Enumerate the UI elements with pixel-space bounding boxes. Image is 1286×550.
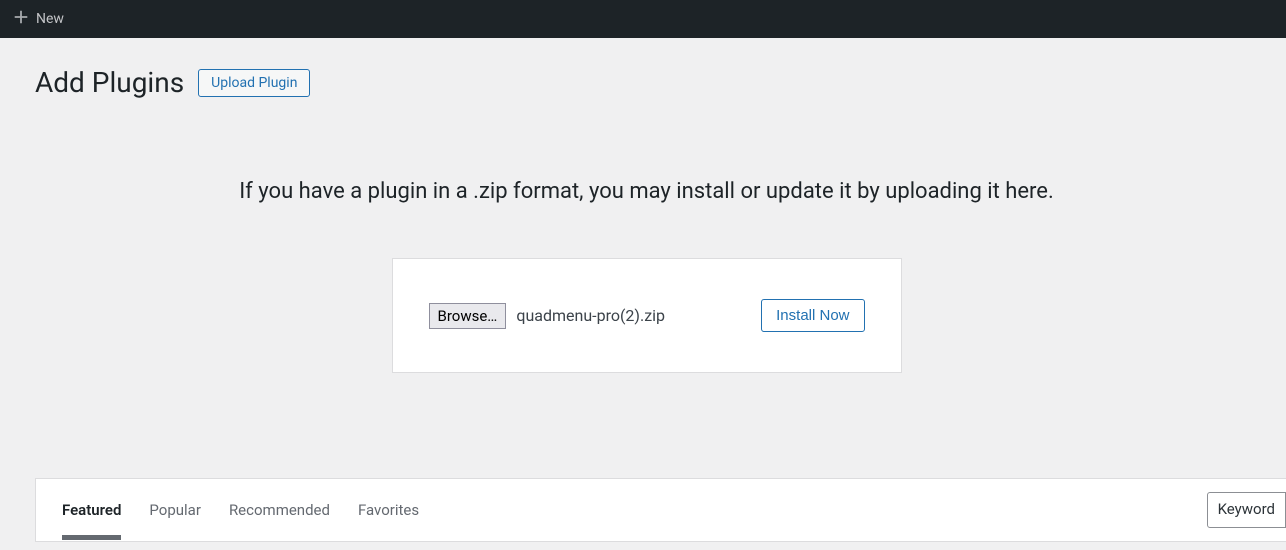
- admin-bar: New: [0, 0, 1286, 38]
- search-type-select[interactable]: Keyword: [1207, 492, 1286, 528]
- admin-bar-new[interactable]: New: [6, 8, 70, 30]
- plus-icon: [12, 8, 30, 30]
- upload-form: Browse… quadmenu-pro(2).zip Install Now: [392, 258, 902, 373]
- page-title: Add Plugins: [35, 66, 184, 99]
- selected-file-name: quadmenu-pro(2).zip: [516, 306, 665, 325]
- tab-popular[interactable]: Popular: [149, 481, 201, 539]
- page-header: Add Plugins Upload Plugin: [7, 38, 1286, 119]
- tab-recommended[interactable]: Recommended: [229, 481, 330, 539]
- upload-description: If you have a plugin in a .zip format, y…: [7, 179, 1286, 204]
- install-now-button[interactable]: Install Now: [761, 299, 864, 332]
- filter-tabs: Featured Popular Recommended Favorites: [36, 481, 419, 539]
- main-content: Add Plugins Upload Plugin If you have a …: [7, 38, 1286, 542]
- tab-featured[interactable]: Featured: [62, 481, 121, 539]
- browse-button[interactable]: Browse…: [429, 303, 507, 329]
- upload-plugin-button[interactable]: Upload Plugin: [198, 69, 310, 97]
- admin-bar-new-label: New: [36, 11, 64, 27]
- tab-favorites[interactable]: Favorites: [358, 481, 419, 539]
- filter-bar: Featured Popular Recommended Favorites K…: [35, 478, 1286, 542]
- file-input-group: Browse… quadmenu-pro(2).zip: [429, 303, 666, 329]
